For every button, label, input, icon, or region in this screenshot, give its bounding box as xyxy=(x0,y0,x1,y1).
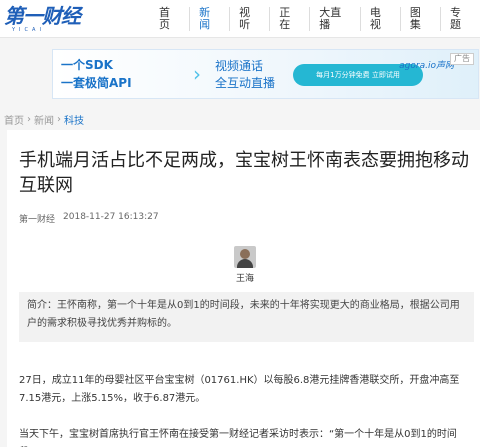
nav-item-tv[interactable]: 电视 xyxy=(359,7,400,31)
ad-headline: 一个SDK 一套极简API xyxy=(61,56,132,92)
breadcrumb: 首页 › 新闻 › 科技 xyxy=(4,112,84,127)
nav-item-live-now[interactable]: 正在 xyxy=(269,7,309,31)
logo-text: 第一财经 xyxy=(4,4,81,28)
breadcrumb-home[interactable]: 首页 xyxy=(4,112,24,127)
main-nav: 首页 新闻 视听 正在 大直播 电视 图集 专题 xyxy=(150,0,480,38)
article-paragraph-2: 当天下午，宝宝树首席执行官王怀南在接受第一财经记者采访时表示：“第一个十年是从0… xyxy=(19,429,457,440)
nav-item-gallery[interactable]: 图集 xyxy=(399,7,440,31)
nav-item-news[interactable]: 新闻 xyxy=(189,7,229,31)
ad-feature-1: 视频通话 xyxy=(215,59,264,73)
nav-item-video[interactable]: 视听 xyxy=(229,7,269,31)
author-info[interactable]: 王海 xyxy=(225,246,265,284)
ad-banner[interactable]: 一个SDK 一套极简API › 视频通话 全互动直播 每月1万分钟免费 立即试用… xyxy=(52,49,479,99)
article-summary: 简介：王怀南称，第一个十年是从0到1的时间段，未来的十年将实现更大的商业格局，根… xyxy=(19,292,474,342)
ad-tag: 广告 xyxy=(450,53,474,65)
top-navigation-bar: 第一财经 YICAI 首页 新闻 视听 正在 大直播 电视 图集 专题 xyxy=(0,0,480,38)
article-paragraph-1: 27日，成立11年的母婴社区平台宝宝树（01761.HK）以每股6.8港元挂牌香… xyxy=(19,375,460,404)
site-logo[interactable]: 第一财经 YICAI xyxy=(4,5,86,33)
breadcrumb-separator: › xyxy=(57,114,61,125)
ad-features: 视频通话 全互动直播 xyxy=(215,58,275,92)
author-name[interactable]: 王海 xyxy=(225,271,265,284)
article-title: 手机端月活占比不足两成，宝宝树王怀南表态要拥抱移动互联网 xyxy=(19,150,469,196)
article-card: 手机端月活占比不足两成，宝宝树王怀南表态要拥抱移动互联网 第一财经 2018-1… xyxy=(7,130,480,447)
article-source[interactable]: 第一财经 xyxy=(19,212,55,225)
ad-brand-logo: agora.io声网 xyxy=(399,61,454,71)
ad-line-2: 一套极简API xyxy=(61,76,132,90)
breadcrumb-separator: › xyxy=(27,114,31,125)
ad-feature-2: 全互动直播 xyxy=(215,76,276,90)
nav-item-home[interactable]: 首页 xyxy=(150,7,189,31)
chevron-right-icon: › xyxy=(193,62,201,86)
breadcrumb-current[interactable]: 科技 xyxy=(64,112,84,127)
avatar[interactable] xyxy=(234,246,256,268)
article-meta: 第一财经 2018-11-27 16:13:27 xyxy=(19,212,159,225)
breadcrumb-news[interactable]: 新闻 xyxy=(34,112,54,127)
ad-line-1: 一个SDK xyxy=(61,58,113,72)
article-datetime: 2018-11-27 16:13:27 xyxy=(63,212,159,222)
nav-item-big-live[interactable]: 大直播 xyxy=(309,7,360,31)
nav-item-topics[interactable]: 专题 xyxy=(439,7,480,31)
